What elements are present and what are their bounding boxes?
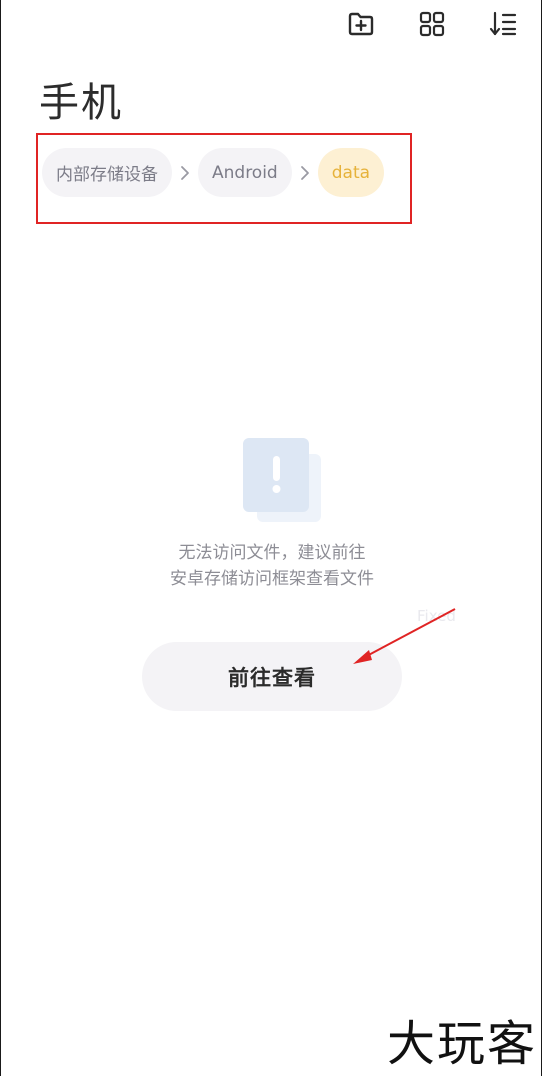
- sort-button[interactable]: [485, 6, 521, 42]
- warning-document-icon: [241, 436, 323, 524]
- chevron-right-icon: [172, 165, 198, 181]
- file-manager-screen: 手机 内部存储设备 Android data 无法访问文件，建议前往 安卓存储访…: [0, 0, 542, 1076]
- annotation-arrow-icon: [353, 608, 456, 664]
- watermark-logo: 大玩客: [386, 1016, 537, 1072]
- breadcrumb: 内部存储设备 Android data: [42, 148, 385, 197]
- page-title: 手机: [39, 80, 123, 126]
- new-folder-button[interactable]: [343, 6, 379, 42]
- chevron-right-icon: [292, 165, 318, 181]
- breadcrumb-item-internal-storage[interactable]: 内部存储设备: [42, 148, 172, 197]
- empty-message-line2: 安卓存储访问框架查看文件: [170, 569, 374, 589]
- breadcrumb-item-data[interactable]: data: [317, 148, 385, 197]
- sort-icon: [489, 11, 517, 36]
- empty-message-line1: 无法访问文件，建议前往: [178, 543, 366, 563]
- grid-view-icon: [419, 11, 445, 37]
- view-toggle-button[interactable]: [414, 6, 450, 42]
- top-toolbar: [308, 6, 521, 42]
- breadcrumb-item-android[interactable]: Android: [198, 148, 292, 197]
- folder-plus-icon: [348, 12, 374, 36]
